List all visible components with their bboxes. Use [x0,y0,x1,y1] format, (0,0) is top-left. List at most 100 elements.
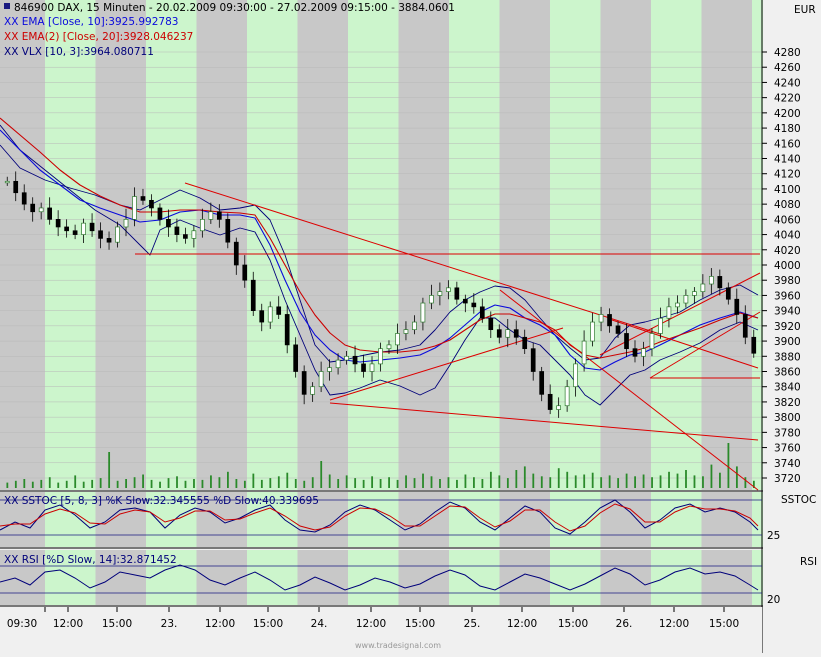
candle-down [752,337,756,353]
session-band [348,0,399,490]
volume-bar [286,473,288,488]
candle-down [56,219,60,227]
volume-bar [6,483,8,488]
volume-bar [134,477,136,488]
session-band [247,550,298,605]
candle-down [718,276,722,287]
candle-down [514,330,518,338]
volume-bar [448,477,450,488]
volume-bar [728,443,730,488]
volume-bar [465,475,467,489]
candle-down [540,372,544,395]
volume-bar [320,461,322,488]
volume-bar [100,478,102,488]
candle-down [455,288,459,299]
x-tick-label: 15:00 [405,618,435,630]
x-tick-label: 15:00 [253,618,283,630]
volume-bar [40,480,42,488]
volume-bar [91,480,93,488]
volume-bar [558,468,560,488]
volume-bar [219,477,221,488]
candle-down [175,227,179,235]
volume-bar [651,477,653,488]
y-tick-label: 4140 [774,154,801,166]
candle-down [99,231,103,239]
sstoc-panel-label: SSTOC [781,494,816,506]
volume-bar [634,476,636,488]
candle-down [523,337,527,348]
candle-down [633,349,637,357]
candle-up [599,314,603,322]
volume-bar [498,475,500,488]
header-marker [4,3,10,9]
volume-bar [295,479,297,488]
candle-up [336,360,340,368]
volume-bar [185,481,187,488]
volume-bar [363,480,365,488]
candle-down [285,314,289,344]
ema20-legend: XX EMA(2) [Close, 20]:3928.046237 [4,31,193,43]
volume-bar [515,470,517,488]
volume-bar [532,474,534,488]
volume-bar [575,475,577,488]
y-tick-label: 3780 [774,427,801,439]
volume-bar [159,482,161,488]
volume-bar [600,477,602,488]
session-band [45,0,96,490]
session-band [550,550,601,605]
x-tick-label: 23. [161,618,178,630]
candle-up [82,223,86,234]
candle-down [743,314,747,337]
volume-bar [244,481,246,488]
volume-bar [507,478,509,488]
candle-up [650,333,654,348]
candle-up [574,364,578,387]
candle-up [209,212,213,220]
x-tick-label: 12:00 [53,618,83,630]
candle-down [107,238,111,242]
volume-bar [49,477,51,488]
candle-up [328,368,332,372]
candle-up [506,330,510,338]
y-tick-label: 4060 [774,214,801,226]
volume-bar [405,475,407,488]
candle-up [39,208,43,212]
volume-bar [193,479,195,488]
candle-down [48,208,52,219]
volume-bar [32,482,34,488]
x-tick-label: 26. [616,618,633,630]
volume-bar [660,475,662,488]
y-tick-label: 3980 [774,275,801,287]
candle-down [251,280,255,310]
y-tick-label: 4200 [774,108,801,120]
candle-up [200,219,204,230]
volume-bar [142,475,144,489]
candle-up [667,307,671,318]
x-tick-label: 12:00 [659,618,689,630]
candle-down [73,231,77,235]
y-tick-label: 3840 [774,382,801,394]
candle-up [591,322,595,341]
candle-down [362,364,366,372]
sstoc-legend: XX SSTOC [5, 8, 3] %K Slow:32.345555 %D … [4,495,319,507]
y-tick-label: 3740 [774,458,801,470]
candle-up [421,303,425,322]
candle-up [412,322,416,330]
candle-down [463,299,467,303]
x-tick-label: 12:00 [507,618,537,630]
rsi-tick: 20 [767,594,780,606]
candle-down [90,223,94,231]
candle-down [294,345,298,372]
candle-down [616,326,620,334]
candle-down [217,212,221,220]
volume-bar [371,476,373,488]
candle-up [709,276,713,284]
candle-down [183,235,187,239]
volume-bar [74,475,76,488]
candle-down [65,227,69,231]
volume-bar [473,477,475,488]
volume-bar [626,474,628,488]
candle-down [226,219,230,242]
volume-bar [168,478,170,488]
candle-down [735,299,739,314]
